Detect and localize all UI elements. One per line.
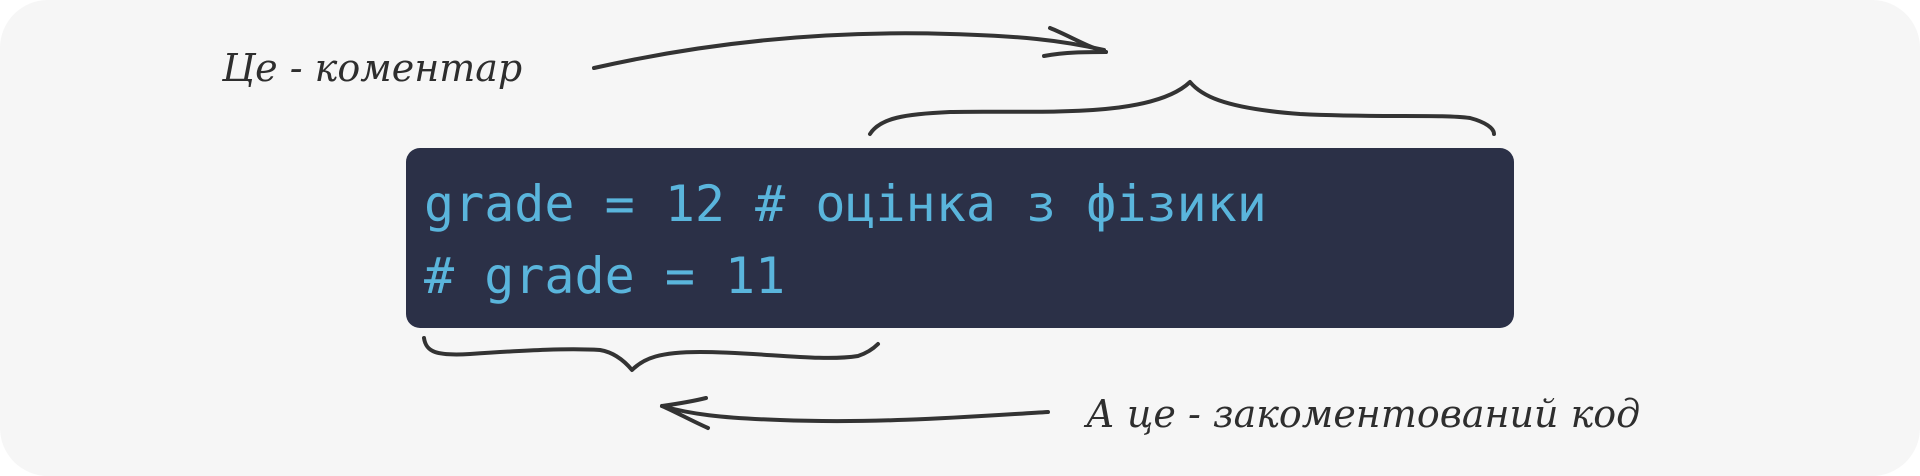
code-line-2: # grade = 11 — [424, 247, 786, 305]
commented-code-annotation: А це - закоментований код — [1086, 392, 1641, 436]
code-block: grade = 12 # оцінка з фізики # grade = 1… — [406, 148, 1514, 328]
arrow-left-icon — [660, 396, 1050, 430]
diagram-canvas: Це - коментар grade = 12 # оцінка з фізи… — [0, 0, 1920, 476]
curly-brace-up-icon — [422, 336, 880, 372]
arrow-right-icon — [592, 26, 1108, 70]
code-line-1: grade = 12 # оцінка з фізики — [424, 175, 1267, 233]
curly-brace-down-icon — [868, 80, 1496, 136]
comment-annotation: Це - коментар — [222, 46, 523, 90]
